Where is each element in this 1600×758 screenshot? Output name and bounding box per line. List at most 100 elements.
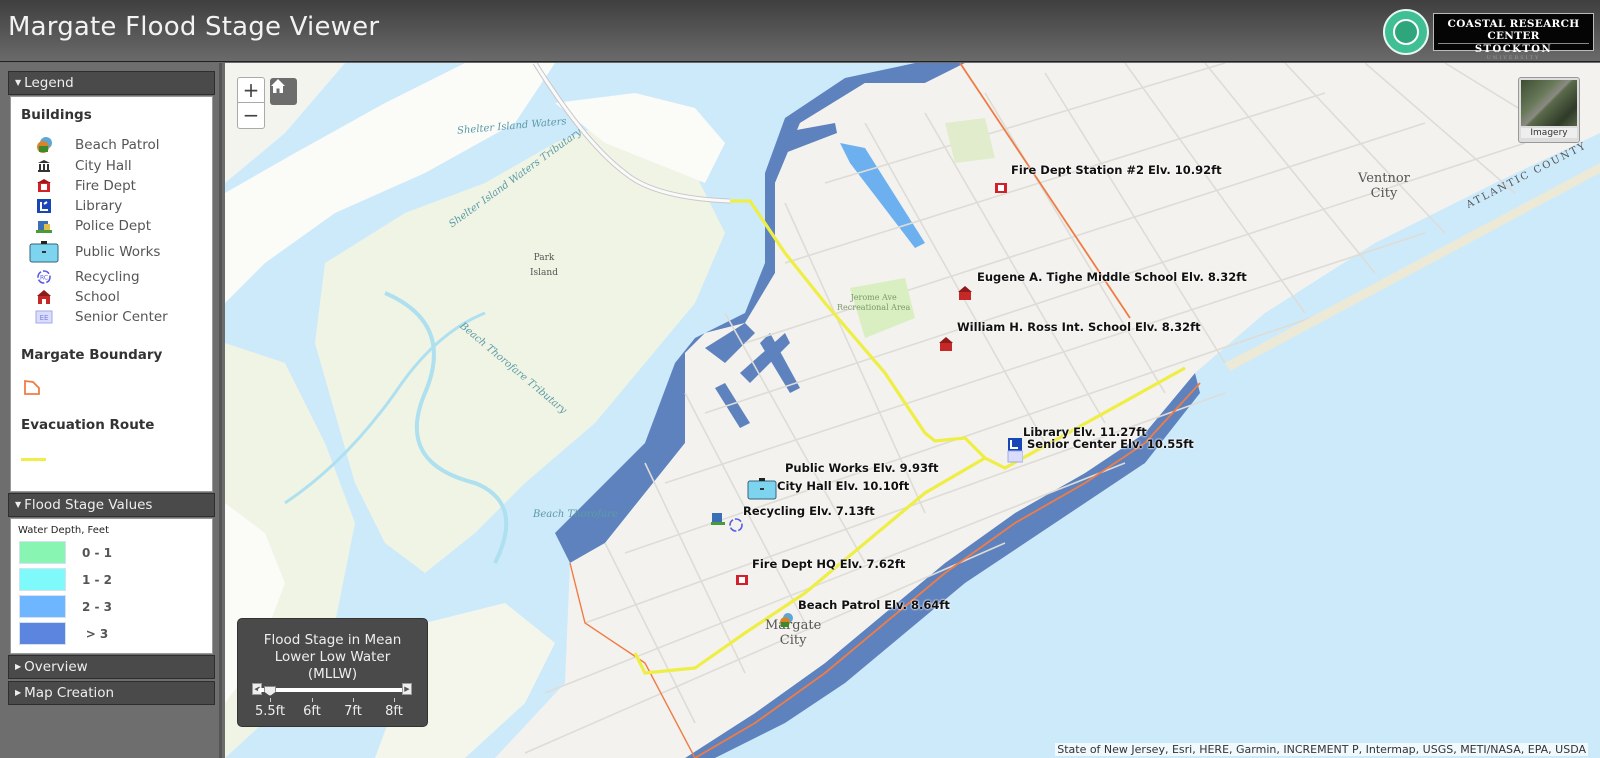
senior-center-marker-icon[interactable]: [1007, 449, 1023, 465]
svg-text:RC: RC: [40, 275, 48, 282]
school-icon: [37, 290, 51, 304]
legend-header-label: Legend: [24, 75, 74, 91]
flood-swatch: [19, 595, 66, 618]
fire-dept-marker-icon[interactable]: [993, 179, 1009, 195]
flood-class-label: 1 - 2: [81, 572, 113, 587]
legend-item-public-works: Public Works: [25, 240, 160, 264]
legend-label: Police Dept: [75, 218, 152, 234]
police-dept-marker-icon[interactable]: [710, 511, 726, 527]
poi-label-recycling: Recycling Elv. 7.13ft: [743, 504, 875, 518]
map-creation-header-label: Map Creation: [24, 685, 115, 701]
legend-item-school: School: [25, 288, 120, 306]
flood-class-gt3: > 3: [19, 622, 117, 645]
beach-patrol-marker-icon[interactable]: [778, 612, 794, 628]
school-marker-icon[interactable]: [957, 285, 973, 301]
flood-class-0-1: 0 - 1: [19, 541, 117, 564]
water-label: Beach Thorofare: [533, 509, 618, 520]
slider-tick-label: 8ft: [385, 704, 403, 719]
flood-swatch: [19, 568, 66, 591]
app-title: Margate Flood Stage Viewer: [8, 12, 380, 42]
map-view[interactable]: Shelter Island Waters Shelter Island Wat…: [225, 63, 1600, 758]
legend-panel-body: Buildings Beach Patrol City Hall Fire De…: [10, 96, 213, 492]
zoom-out-button[interactable]: −: [238, 103, 264, 128]
recycling-marker-icon[interactable]: [728, 517, 744, 533]
map-attribution: State of New Jersey, Esri, HERE, Garmin,…: [1055, 743, 1588, 756]
legend-item-recycling: RC Recycling: [25, 268, 140, 286]
caret-right-icon: ▶: [15, 662, 22, 671]
legend-label: Fire Dept: [75, 178, 136, 194]
flood-stage-panel-header[interactable]: ▼ Flood Stage Values: [8, 493, 215, 517]
legend-label: Senior Center: [75, 309, 168, 325]
legend-label: Recycling: [75, 269, 140, 285]
poi-label-public-works: Public Works Elv. 9.93ft: [785, 461, 939, 475]
poi-label-tighe-middle-school: Eugene A. Tighe Middle School Elv. 8.32f…: [977, 270, 1247, 284]
legend-panel-header[interactable]: ▼ Legend: [8, 71, 215, 95]
basemap-toggle-label: Imagery: [1521, 128, 1577, 138]
place-label-park-island: Park Island: [530, 253, 558, 278]
coastal-research-center-logo: COASTAL RESEARCH CENTER STOCKTON UNIVERS…: [1383, 9, 1594, 61]
flood-slider-title: Flood Stage in Mean Lower Low Water (MLL…: [263, 632, 402, 682]
senior-center-icon: EE: [35, 310, 53, 324]
poi-label-city-hall: City Hall Elv. 10.10ft: [777, 479, 910, 493]
slider-tick-label: 7ft: [344, 704, 362, 719]
flood-class-label: 2 - 3: [81, 599, 113, 614]
legend-label: Beach Patrol: [75, 137, 160, 153]
university-seal-icon: [1383, 9, 1429, 55]
public-works-marker-icon[interactable]: [747, 477, 779, 503]
place-label-ventnor-city: Ventnor City: [1358, 171, 1410, 201]
legend-label: City Hall: [75, 158, 132, 174]
zoom-control: + −: [237, 77, 265, 129]
slider-increment-button[interactable]: ▶: [402, 683, 412, 695]
poi-label-ross-int-school: William H. Ross Int. School Elv. 8.32ft: [957, 320, 1201, 334]
flood-class-2-3: 2 - 3: [19, 595, 117, 618]
sidebar: ▼ Legend Buildings Beach Patrol City Hall…: [0, 63, 222, 758]
legend-label: Public Works: [75, 244, 161, 260]
logo-line3: UNIVERSITY: [1486, 55, 1541, 61]
caret-right-icon: ▶: [15, 688, 22, 697]
imagery-thumbnail: [1521, 80, 1577, 126]
margate-boundary-title: Margate Boundary: [21, 347, 163, 363]
basemap: [225, 63, 1600, 758]
slider-tick: [312, 698, 313, 702]
legend-item-beach-patrol: Beach Patrol: [25, 136, 159, 154]
place-label-jerome-ave: Jerome Ave Recreational Area: [837, 293, 911, 312]
poi-label-fire-dept-hq: Fire Dept HQ Elv. 7.62ft: [752, 557, 906, 571]
flood-stage-panel-body: Water Depth, Feet 0 - 1 1 - 2 2 - 3 > 3: [10, 518, 213, 654]
caret-down-icon: ▼: [15, 78, 22, 87]
flood-stage-header-label: Flood Stage Values: [24, 497, 153, 513]
flood-swatch: [19, 541, 66, 564]
fire-dept-marker-icon[interactable]: [734, 571, 750, 587]
logo-line2: STOCKTON: [1474, 44, 1553, 55]
legend-label: Library: [75, 198, 123, 214]
legend-item-fire-dept: Fire Dept: [25, 177, 136, 195]
margate-boundary-swatch-icon: [24, 379, 40, 395]
zoom-in-button[interactable]: +: [238, 78, 264, 103]
logo-line1: COASTAL RESEARCH CENTER: [1438, 18, 1589, 44]
app-header: Margate Flood Stage Viewer COASTAL RESEA…: [0, 0, 1600, 62]
flood-stage-slider-thumb[interactable]: [264, 686, 276, 696]
evacuation-route-title: Evacuation Route: [21, 417, 155, 433]
logo-text-box: COASTAL RESEARCH CENTER STOCKTON UNIVERS…: [1433, 13, 1594, 61]
flood-stage-slider-panel: Flood Stage in Mean Lower Low Water (MLL…: [237, 618, 428, 727]
poi-label-fire-dept-station-2: Fire Dept Station #2 Elv. 10.92ft: [1011, 163, 1222, 177]
caret-down-icon: ▼: [15, 500, 22, 509]
slider-tick: [353, 698, 354, 702]
flood-stage-slider-track[interactable]: [258, 688, 406, 692]
poi-label-senior-center: Senior Center Elv. 10.55ft: [1027, 437, 1194, 451]
beach-patrol-icon: [37, 137, 52, 153]
home-button[interactable]: [270, 78, 297, 105]
recycling-icon: RC: [37, 270, 51, 284]
poi-label-beach-patrol: Beach Patrol Elv. 8.64ft: [798, 598, 950, 612]
slider-tick: [270, 698, 271, 702]
water-depth-subtitle: Water Depth, Feet: [18, 525, 109, 536]
legend-item-city-hall: City Hall: [25, 157, 132, 175]
flood-class-1-2: 1 - 2: [19, 568, 117, 591]
legend-item-library: Library: [25, 197, 122, 215]
home-icon: [271, 79, 285, 93]
school-marker-icon[interactable]: [938, 336, 954, 352]
slider-tick: [394, 698, 395, 702]
slider-tick-label: 5.5ft: [254, 704, 286, 719]
overview-panel-header[interactable]: ▶ Overview: [8, 655, 215, 679]
basemap-toggle[interactable]: Imagery: [1518, 77, 1580, 143]
map-creation-panel-header[interactable]: ▶ Map Creation: [8, 681, 215, 705]
